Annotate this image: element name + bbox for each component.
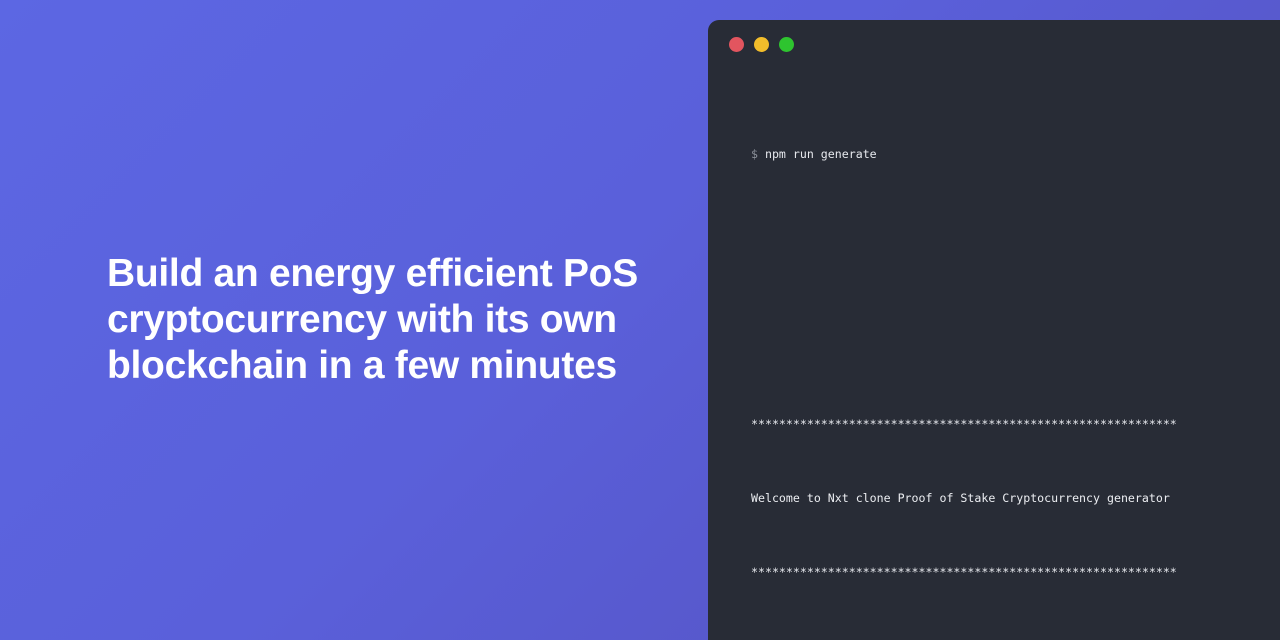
headline-line-1: Build an energy efficient PoS <box>107 252 638 295</box>
terminal-titlebar <box>708 20 1280 68</box>
terminal-window: $ npm run generate *********************… <box>708 20 1280 640</box>
terminal-output[interactable]: $ npm run generate *********************… <box>708 68 1280 640</box>
maximize-window-icon[interactable] <box>779 36 794 52</box>
banner-bottom: ****************************************… <box>751 564 1177 579</box>
minimize-window-icon[interactable] <box>754 36 769 52</box>
command-text: npm run generate <box>764 146 877 161</box>
terminal-blank-1 <box>751 240 1280 265</box>
banner-top: ****************************************… <box>751 417 1177 432</box>
hero-panel: Build an energy efficient PoS cryptocurr… <box>0 0 708 640</box>
headline-line-2: cryptocurrency with its own <box>107 298 617 341</box>
prompt-symbol: $ <box>751 146 758 161</box>
terminal-blank-2 <box>751 314 1280 339</box>
welcome-message: Welcome to Nxt clone Proof of Stake Cryp… <box>751 491 1170 506</box>
terminal-line-command: $ npm run generate <box>751 142 1280 167</box>
headline-line-3: blockchain in a few minutes <box>107 344 617 387</box>
close-window-icon[interactable] <box>729 36 744 52</box>
page-title: Build an energy efficient PoS cryptocurr… <box>107 251 638 389</box>
